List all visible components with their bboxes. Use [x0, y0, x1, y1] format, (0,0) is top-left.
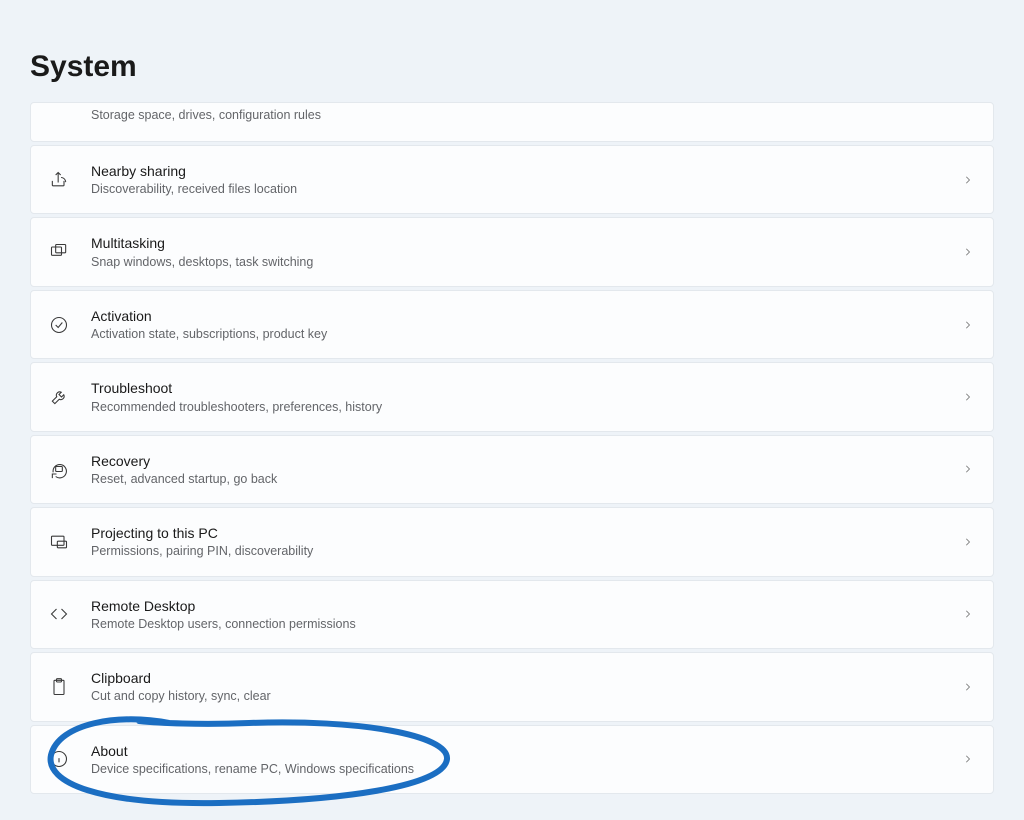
settings-item-title: Clipboard [91, 669, 961, 687]
settings-item-storage[interactable]: Storage space, drives, configuration rul… [30, 102, 994, 142]
windows-icon [47, 240, 71, 264]
chevron-right-icon [961, 246, 975, 258]
settings-item-projecting[interactable]: Projecting to this PC Permissions, pairi… [30, 507, 994, 576]
settings-item-subtitle: Permissions, pairing PIN, discoverabilit… [91, 543, 961, 559]
clipboard-icon [47, 675, 71, 699]
settings-item-subtitle: Reset, advanced startup, go back [91, 471, 961, 487]
settings-item-subtitle: Snap windows, desktops, task switching [91, 254, 961, 270]
chevron-right-icon [961, 319, 975, 331]
settings-item-troubleshoot[interactable]: Troubleshoot Recommended troubleshooters… [30, 362, 994, 431]
settings-item-activation[interactable]: Activation Activation state, subscriptio… [30, 290, 994, 359]
chevron-right-icon [961, 536, 975, 548]
storage-icon [47, 103, 71, 127]
settings-item-subtitle: Storage space, drives, configuration rul… [91, 107, 961, 123]
check-circle-icon [47, 313, 71, 337]
settings-item-subtitle: Discoverability, received files location [91, 181, 961, 197]
settings-item-title: About [91, 742, 961, 760]
chevron-right-icon [961, 391, 975, 403]
page-title: System [30, 0, 994, 102]
settings-item-clipboard[interactable]: Clipboard Cut and copy history, sync, cl… [30, 652, 994, 721]
settings-item-title: Recovery [91, 452, 961, 470]
chevron-right-icon [961, 681, 975, 693]
settings-item-about[interactable]: About Device specifications, rename PC, … [30, 725, 994, 794]
wrench-icon [47, 385, 71, 409]
share-icon [47, 168, 71, 192]
chevron-right-icon [961, 174, 975, 186]
settings-item-title: Projecting to this PC [91, 524, 961, 542]
settings-item-subtitle: Cut and copy history, sync, clear [91, 688, 961, 704]
chevron-right-icon [961, 463, 975, 475]
settings-list: Storage space, drives, configuration rul… [30, 102, 994, 794]
project-icon [47, 530, 71, 554]
settings-item-subtitle: Device specifications, rename PC, Window… [91, 761, 961, 777]
settings-item-title: Activation [91, 307, 961, 325]
settings-item-title: Nearby sharing [91, 162, 961, 180]
settings-item-recovery[interactable]: Recovery Reset, advanced startup, go bac… [30, 435, 994, 504]
settings-item-title: Multitasking [91, 234, 961, 252]
settings-item-subtitle: Activation state, subscriptions, product… [91, 326, 961, 342]
recovery-icon [47, 457, 71, 481]
settings-item-title: Troubleshoot [91, 379, 961, 397]
remote-desktop-icon [47, 602, 71, 626]
settings-item-nearby-sharing[interactable]: Nearby sharing Discoverability, received… [30, 145, 994, 214]
settings-item-subtitle: Remote Desktop users, connection permiss… [91, 616, 961, 632]
settings-item-remote-desktop[interactable]: Remote Desktop Remote Desktop users, con… [30, 580, 994, 649]
settings-item-subtitle: Recommended troubleshooters, preferences… [91, 399, 961, 415]
info-icon [47, 747, 71, 771]
settings-item-multitasking[interactable]: Multitasking Snap windows, desktops, tas… [30, 217, 994, 286]
settings-item-title: Remote Desktop [91, 597, 961, 615]
chevron-right-icon [961, 753, 975, 765]
chevron-right-icon [961, 608, 975, 620]
